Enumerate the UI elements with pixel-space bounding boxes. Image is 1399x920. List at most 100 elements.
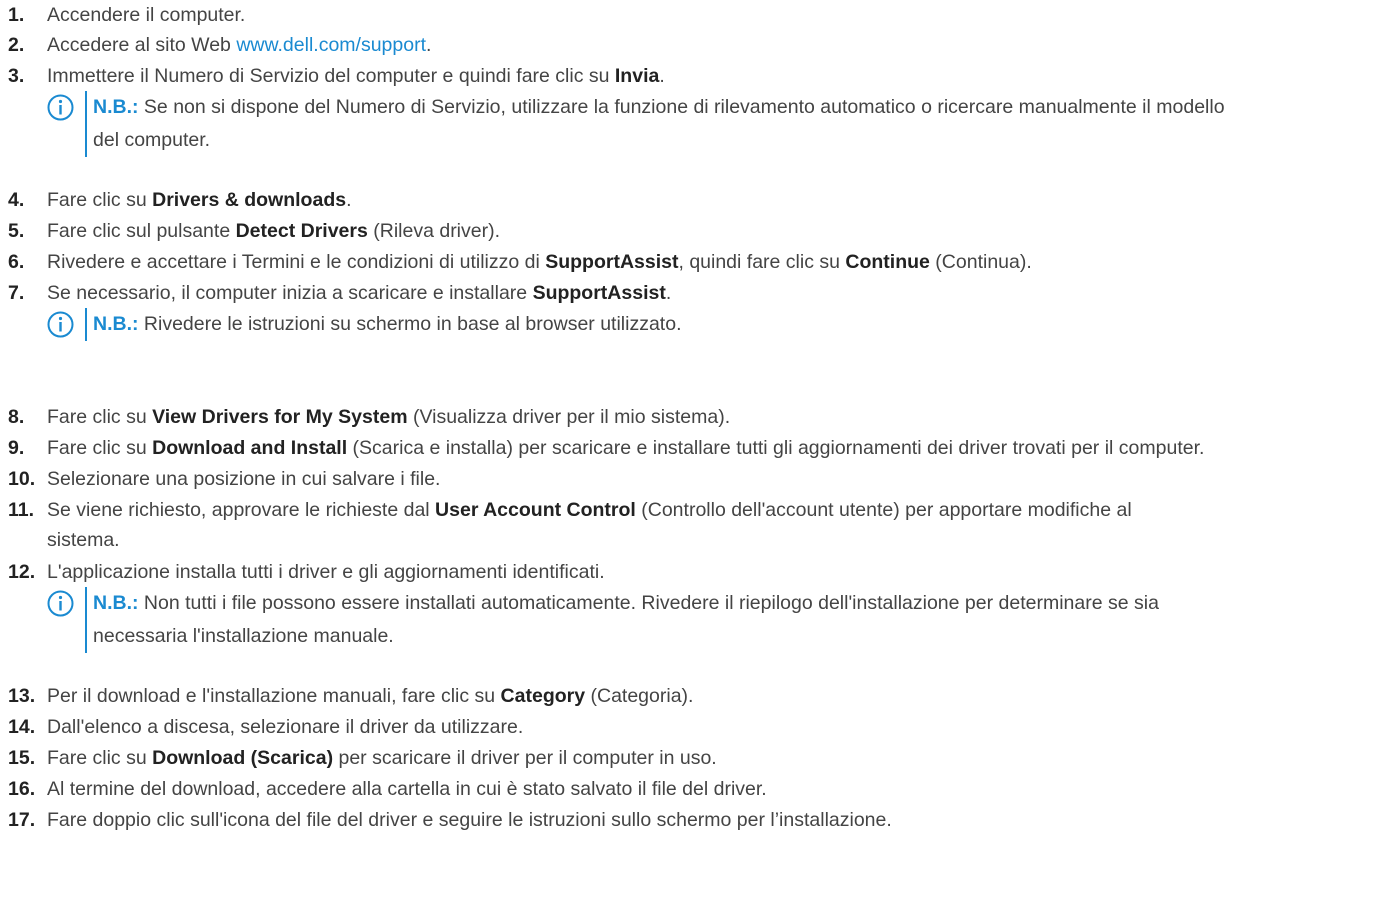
step-text: Fare clic su Drivers & downloads. bbox=[47, 185, 352, 215]
step-text: Fare clic sul pulsante Detect Drivers (R… bbox=[47, 216, 500, 246]
note-text: N.B.: Rivedere le istruzioni su schermo … bbox=[93, 308, 1399, 341]
ui-term: Continue bbox=[845, 251, 930, 273]
step-number: 13. bbox=[8, 685, 36, 707]
step-text-part: Selezionare una posizione in cui salvare… bbox=[47, 468, 441, 490]
step-text-part: (Controllo dell'account utente) per appo… bbox=[635, 499, 1132, 521]
step-text-part: (Continua). bbox=[929, 251, 1032, 273]
step-15: 15. Fare clic su Download (Scarica) per s… bbox=[8, 743, 1399, 773]
note-text: N.B.: Se non si dispone del Numero di Se… bbox=[93, 91, 1399, 157]
step-number: 7. bbox=[8, 282, 25, 304]
step-3: 3. Immettere il Numero di Servizio del co… bbox=[8, 61, 1399, 91]
note-line-text: necessaria l'installazione manuale. bbox=[93, 625, 394, 647]
note-line-text: Se non si dispone del Numero di Servizio… bbox=[143, 96, 1225, 118]
note-line-text: Rivedere le istruzioni su schermo in bas… bbox=[143, 313, 682, 335]
step-number: 14. bbox=[8, 716, 36, 738]
step-text-part: Per il download e l'installazione manual… bbox=[47, 685, 501, 707]
note-box: N.B.: Non tutti i file possono essere in… bbox=[47, 587, 1399, 653]
step-number: 4. bbox=[8, 189, 25, 211]
note-label: N.B.: bbox=[93, 96, 139, 118]
note-text: N.B.: Non tutti i file possono essere in… bbox=[93, 587, 1399, 653]
step-number: 2. bbox=[8, 34, 25, 56]
step-text-part: . bbox=[659, 65, 665, 87]
step-1: 1. Accendere il computer. bbox=[8, 0, 1399, 30]
step-number: 11. bbox=[8, 499, 35, 521]
ui-term: Download and Install bbox=[152, 437, 348, 459]
step-text: L'applicazione installa tutti i driver e… bbox=[47, 557, 605, 587]
info-circle-icon bbox=[47, 311, 74, 338]
step-text: Fare clic su Download (Scarica) per scar… bbox=[47, 743, 717, 773]
note-divider bbox=[85, 91, 87, 157]
step-text: Fare doppio clic sull'icona del file del… bbox=[47, 805, 892, 835]
step-9: 9. Fare clic su Download and Install (Sca… bbox=[8, 433, 1399, 463]
step-12: 12. L'applicazione installa tutti i drive… bbox=[8, 557, 1399, 587]
step-14: 14. Dall'elenco a discesa, selezionare il… bbox=[8, 712, 1399, 742]
step-number: 15. bbox=[8, 747, 36, 769]
step-16: 16. Al termine del download, accedere all… bbox=[8, 774, 1399, 804]
step-17: 17. Fare doppio clic sull'icona del file … bbox=[8, 805, 1399, 835]
ui-term: Detect Drivers bbox=[235, 220, 368, 242]
step-number: 5. bbox=[8, 220, 25, 242]
step-text: Al termine del download, accedere alla c… bbox=[47, 774, 767, 804]
step-10: 10. Selezionare una posizione in cui salv… bbox=[8, 464, 1399, 494]
step-text: Rivedere e accettare i Termini e le cond… bbox=[47, 247, 1032, 277]
step-text-part: (Visualizza driver per il mio sistema). bbox=[407, 406, 731, 428]
step-8: 8. Fare clic su View Drivers for My Syste… bbox=[8, 402, 1399, 432]
step-7: 7. Se necessario, il computer inizia a sc… bbox=[8, 278, 1399, 308]
info-circle-icon bbox=[47, 590, 74, 617]
note-line: necessaria l'installazione manuale. bbox=[93, 620, 1399, 653]
step-number: 6. bbox=[8, 251, 25, 273]
step-text-part: Fare clic su bbox=[47, 406, 153, 428]
step-number: 10. bbox=[8, 468, 36, 490]
step-number: 16. bbox=[8, 778, 36, 800]
step-text: Se necessario, il computer inizia a scar… bbox=[47, 278, 671, 308]
step-text: Se viene richiesto, approvare le richies… bbox=[47, 495, 1132, 525]
step-number: 3. bbox=[8, 65, 25, 87]
step-text-part: Dall'elenco a discesa, selezionare il dr… bbox=[47, 716, 524, 738]
info-circle-icon bbox=[47, 94, 74, 121]
step-13: 13. Per il download e l'installazione man… bbox=[8, 681, 1399, 711]
note-divider bbox=[85, 587, 87, 653]
step-text-part: . bbox=[346, 189, 352, 211]
step-text-part: . bbox=[426, 34, 432, 56]
step-text-part: L'applicazione installa tutti i driver e… bbox=[47, 561, 605, 583]
step-continuation: sistema. bbox=[8, 525, 1399, 555]
ui-term: SupportAssist bbox=[545, 251, 679, 273]
note-divider bbox=[85, 308, 87, 341]
step-text: Selezionare una posizione in cui salvare… bbox=[47, 464, 440, 494]
note-line: N.B.: Non tutti i file possono essere in… bbox=[93, 587, 1399, 620]
step-2: 2. Accedere al sito Web www.dell.com/supp… bbox=[8, 30, 1399, 60]
ui-term: Drivers & downloads bbox=[152, 189, 347, 211]
note-line: del computer. bbox=[93, 124, 1399, 157]
step-6: 6. Rivedere e accettare i Termini e le co… bbox=[8, 247, 1399, 277]
step-text: Dall'elenco a discesa, selezionare il dr… bbox=[47, 712, 523, 742]
step-number: 8. bbox=[8, 406, 25, 428]
step-text-part: . bbox=[665, 282, 672, 304]
note-label: N.B.: bbox=[93, 313, 139, 335]
ui-term: Invia bbox=[614, 65, 660, 87]
step-text: Per il download e l'installazione manual… bbox=[47, 681, 693, 711]
step-text-part: Accendere il computer. bbox=[47, 4, 246, 26]
ui-term: Category bbox=[500, 685, 586, 707]
step-text: Accedere al sito Web www.dell.com/suppor… bbox=[47, 30, 431, 60]
step-4: 4. Fare clic su Drivers & downloads. bbox=[8, 185, 1399, 215]
support-link[interactable]: www.dell.com/support bbox=[236, 34, 426, 56]
ui-term: User Account Control bbox=[435, 499, 636, 521]
step-text-part: Fare clic su bbox=[47, 747, 153, 769]
step-text: Immettere il Numero di Servizio del comp… bbox=[47, 61, 665, 91]
note-line-text: del computer. bbox=[93, 129, 211, 151]
step-text-part: Se necessario, il computer inizia a scar… bbox=[47, 282, 533, 304]
step-text-part: Fare doppio clic sull'icona del file del… bbox=[47, 809, 892, 831]
note-line: N.B.: Se non si dispone del Numero di Se… bbox=[93, 91, 1399, 124]
step-text-part: Fare clic sul pulsante bbox=[47, 220, 236, 242]
step-text: Fare clic su View Drivers for My System … bbox=[47, 402, 730, 432]
step-text-part: , quindi fare clic su bbox=[678, 251, 846, 273]
step-text-part: Accedere al sito Web bbox=[47, 34, 237, 56]
step-text-part: Fare clic su bbox=[47, 189, 153, 211]
step-number: 1. bbox=[8, 4, 25, 26]
step-text-part: (Rileva driver). bbox=[367, 220, 501, 242]
step-text: Accendere il computer. bbox=[47, 0, 245, 30]
note-label: N.B.: bbox=[93, 592, 139, 614]
ui-term: SupportAssist bbox=[532, 282, 666, 304]
note-box: N.B.: Rivedere le istruzioni su schermo … bbox=[47, 308, 1399, 341]
step-5: 5. Fare clic sul pulsante Detect Drivers … bbox=[8, 216, 1399, 246]
